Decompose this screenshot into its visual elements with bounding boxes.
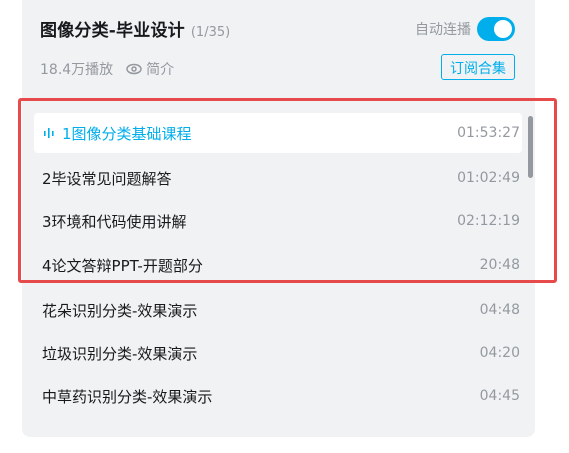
episode-item-2[interactable]: 2毕设常见问题解答 01:02:49 (34, 158, 522, 198)
meta-row: 18.4万播放 简介 (40, 58, 174, 80)
episode-title: 4论文答辩PPT-开题部分 (42, 256, 203, 275)
episode-title: 中草药识别分类-效果演示 (42, 387, 213, 406)
episode-item-4[interactable]: 4论文答辩PPT-开题部分 20:48 (34, 245, 522, 285)
episode-duration: 01:53:27 (457, 125, 520, 141)
episode-duration: 02:12:19 (457, 213, 520, 229)
episode-title: 1图像分类基础课程 (34, 123, 192, 144)
episode-duration: 04:45 (479, 388, 520, 404)
video-collection-page: 图像分类-毕业设计 (1/35) 自动连播 18.4万播放 简介 订阅合集 1图… (0, 0, 569, 453)
list-scrollbar[interactable] (528, 116, 533, 178)
episode-title: 垃圾识别分类-效果演示 (42, 344, 198, 363)
subscribe-collection-button[interactable]: 订阅合集 (441, 54, 515, 80)
episode-title-text: 1图像分类基础课程 (62, 124, 192, 143)
collection-header: 图像分类-毕业设计 (1/35) 自动连播 18.4万播放 简介 订阅合集 (40, 12, 515, 92)
episode-item-3[interactable]: 3环境和代码使用讲解 02:12:19 (34, 201, 522, 241)
episode-title: 3环境和代码使用讲解 (42, 212, 187, 231)
view-count: 18.4万播放 (40, 62, 114, 78)
episode-title: 2毕设常见问题解答 (42, 169, 172, 188)
autoplay-toggle[interactable] (477, 17, 515, 41)
episode-title: 花朵识别分类-效果演示 (42, 301, 198, 320)
episode-duration: 04:48 (479, 302, 520, 318)
episode-duration: 01:02:49 (457, 170, 520, 186)
intro-link[interactable]: 简介 (125, 59, 174, 79)
episode-item-5[interactable]: 花朵识别分类-效果演示 04:48 (34, 290, 522, 330)
episode-item-1[interactable]: 1图像分类基础课程 01:53:27 (34, 113, 522, 153)
toggle-knob (494, 20, 512, 38)
episode-item-7[interactable]: 中草药识别分类-效果演示 04:45 (34, 376, 522, 416)
collection-title[interactable]: 图像分类-毕业设计 (40, 16, 185, 41)
playing-bars-icon (44, 128, 54, 138)
intro-label: 简介 (146, 62, 175, 78)
eye-icon (126, 63, 142, 75)
episode-duration: 04:20 (479, 345, 520, 361)
episode-count: (1/35) (190, 25, 231, 40)
episode-item-6[interactable]: 垃圾识别分类-效果演示 04:20 (34, 333, 522, 373)
title-row: 图像分类-毕业设计 (1/35) (40, 16, 231, 41)
episode-duration: 20:48 (479, 257, 520, 273)
autoplay-control: 自动连播 (415, 16, 515, 42)
autoplay-label: 自动连播 (415, 22, 471, 38)
